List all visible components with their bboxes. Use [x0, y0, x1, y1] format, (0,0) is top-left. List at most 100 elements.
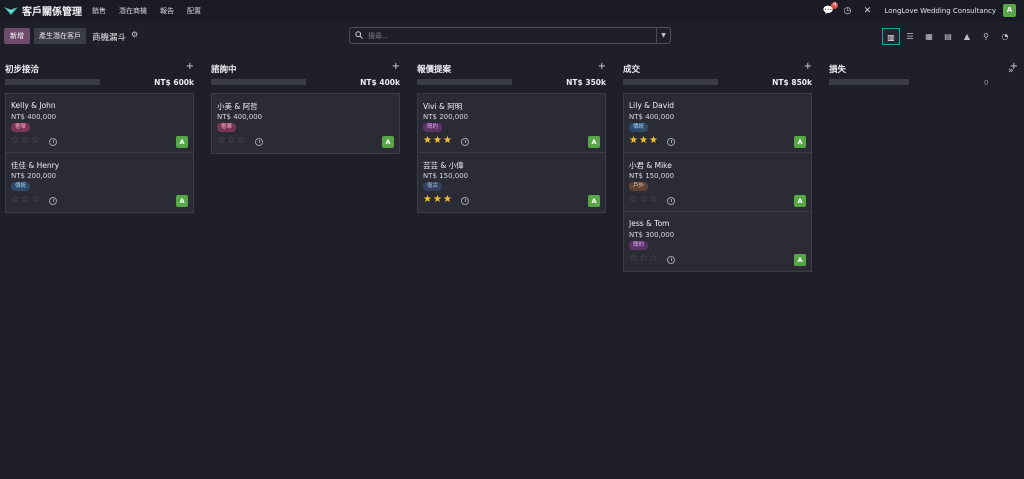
priority-star-icon[interactable]: ★	[433, 194, 443, 205]
card-name: Kelly & John	[11, 101, 56, 110]
column-total: NT$ 600k	[154, 78, 194, 87]
search-dropdown-toggle[interactable]: ▼	[656, 28, 670, 43]
card-list: 小美 & 阿哲 NT$ 400,000 奢華 ☆☆☆ A	[211, 93, 400, 154]
opportunity-card[interactable]: Lily & David NT$ 400,000 傳統 ★★★ A	[624, 94, 811, 153]
card-avatar[interactable]: A	[794, 136, 806, 148]
activity-clock-icon[interactable]	[667, 197, 675, 205]
card-avatar[interactable]: A	[382, 136, 394, 148]
gear-icon[interactable]: ⚙	[131, 30, 138, 39]
priority-stars[interactable]: ★★★	[423, 195, 453, 205]
priority-star-icon[interactable]: ☆	[649, 253, 659, 264]
priority-stars[interactable]: ☆☆☆	[11, 195, 41, 205]
navbar-right: 💬 4 ◷ ✕ LongLove Wedding Consultancy A	[812, 0, 1016, 21]
activity-clock-icon[interactable]	[49, 138, 57, 146]
menu-item-config[interactable]: 配置	[187, 6, 201, 16]
app-brand[interactable]: 客戶關係管理	[4, 3, 82, 18]
priority-stars[interactable]: ☆☆☆	[629, 254, 659, 264]
card-avatar[interactable]: A	[794, 195, 806, 207]
activity-clock-icon[interactable]	[49, 197, 57, 205]
opportunity-card[interactable]: 小君 & Mike NT$ 150,000 戶外 ☆☆☆ A	[624, 153, 811, 212]
new-button[interactable]: 新增	[4, 28, 30, 44]
user-avatar[interactable]: A	[1003, 4, 1016, 17]
priority-star-icon[interactable]: ★	[433, 135, 443, 146]
messages-icon[interactable]: 💬 4	[822, 1, 839, 16]
priority-star-icon[interactable]: ☆	[639, 194, 649, 205]
opportunity-card[interactable]: Jess & Tom NT$ 300,000 簡約 ☆☆☆ A	[624, 212, 811, 271]
priority-star-icon[interactable]: ☆	[237, 135, 247, 146]
priority-star-icon[interactable]: ☆	[21, 194, 31, 205]
menu-item-sales[interactable]: 銷售	[92, 6, 106, 16]
priority-star-icon[interactable]: ★	[639, 135, 649, 146]
search-input[interactable]: 搜尋...	[368, 31, 389, 41]
fold-columns-icon[interactable]: »	[1008, 66, 1014, 76]
search-bar[interactable]: 搜尋... ▼	[349, 27, 671, 44]
priority-star-icon[interactable]: ☆	[227, 135, 237, 146]
activity-view-icon[interactable]: ◔	[996, 28, 1014, 45]
priority-star-icon[interactable]: ☆	[21, 135, 31, 146]
add-card-icon[interactable]: +	[804, 61, 812, 72]
top-navbar: 客戶關係管理 銷售 潛在商機 報告 配置 💬 4 ◷ ✕ LongLove Wed…	[0, 0, 1024, 21]
card-tag: 傳統	[629, 123, 649, 132]
generate-leads-button[interactable]: 產生潛在客戶	[34, 28, 86, 44]
priority-star-icon[interactable]: ★	[629, 135, 639, 146]
priority-star-icon[interactable]: ☆	[11, 135, 21, 146]
priority-stars[interactable]: ★★★	[423, 136, 453, 146]
priority-star-icon[interactable]: ★	[443, 135, 453, 146]
priority-star-icon[interactable]: ☆	[649, 194, 659, 205]
priority-star-icon[interactable]: ☆	[217, 135, 227, 146]
card-avatar[interactable]: A	[588, 195, 600, 207]
activity-clock-icon[interactable]	[667, 256, 675, 264]
priority-star-icon[interactable]: ☆	[629, 253, 639, 264]
card-amount: NT$ 200,000	[11, 172, 57, 180]
menu-item-leads[interactable]: 潛在商機	[119, 6, 147, 16]
pivot-view-icon[interactable]: ▤	[939, 28, 957, 45]
column-title: 成交	[623, 65, 641, 75]
priority-star-icon[interactable]: ★	[423, 135, 433, 146]
opportunity-card[interactable]: 小美 & 阿哲 NT$ 400,000 奢華 ☆☆☆ A	[212, 94, 399, 153]
card-avatar[interactable]: A	[794, 254, 806, 266]
activity-clock-icon[interactable]	[255, 138, 263, 146]
card-avatar[interactable]: A	[588, 136, 600, 148]
tools-icon[interactable]: ✕	[862, 6, 872, 16]
priority-star-icon[interactable]: ☆	[31, 194, 41, 205]
priority-stars[interactable]: ☆☆☆	[629, 195, 659, 205]
add-card-icon[interactable]: +	[186, 61, 194, 72]
graph-view-icon[interactable]: ▲	[958, 28, 976, 45]
map-view-icon[interactable]: ⚲	[977, 28, 995, 45]
activity-clock-icon[interactable]	[461, 138, 469, 146]
priority-stars[interactable]: ★★★	[629, 136, 659, 146]
card-name: Lily & David	[629, 101, 675, 110]
activity-clock-icon[interactable]: ◷	[842, 6, 852, 16]
calendar-view-icon[interactable]: ▦	[920, 28, 938, 45]
card-list: Kelly & John NT$ 400,000 奢華 ☆☆☆ A 佳佳 & H…	[5, 93, 194, 213]
opportunity-card[interactable]: Kelly & John NT$ 400,000 奢華 ☆☆☆ A	[6, 94, 193, 153]
column-progress-bar	[5, 79, 100, 85]
priority-star-icon[interactable]: ★	[423, 194, 433, 205]
opportunity-card[interactable]: 芸芸 & 小偉 NT$ 150,000 復古 ★★★ A	[418, 153, 605, 212]
card-name: 小君 & Mike	[629, 161, 672, 170]
priority-star-icon[interactable]: ★	[443, 194, 453, 205]
opportunity-card[interactable]: Vivi & 阿明 NT$ 200,000 簡約 ★★★ A	[418, 94, 605, 153]
search-icon	[355, 31, 363, 39]
priority-star-icon[interactable]: ☆	[11, 194, 21, 205]
company-name[interactable]: LongLove Wedding Consultancy	[884, 7, 996, 15]
list-view-icon[interactable]: ☰	[901, 28, 919, 45]
priority-stars[interactable]: ☆☆☆	[11, 136, 41, 146]
priority-star-icon[interactable]: ☆	[639, 253, 649, 264]
card-avatar[interactable]: A	[176, 195, 188, 207]
priority-star-icon[interactable]: ☆	[629, 194, 639, 205]
priority-stars[interactable]: ☆☆☆	[217, 136, 247, 146]
kanban-view-icon[interactable]: ▥	[882, 28, 900, 45]
menu-item-reports[interactable]: 報告	[160, 6, 174, 16]
add-card-icon[interactable]: +	[598, 61, 606, 72]
priority-star-icon[interactable]: ☆	[31, 135, 41, 146]
priority-star-icon[interactable]: ★	[649, 135, 659, 146]
card-avatar[interactable]: A	[176, 136, 188, 148]
card-name: 佳佳 & Henry	[11, 161, 60, 170]
activity-clock-icon[interactable]	[461, 197, 469, 205]
opportunity-card[interactable]: 佳佳 & Henry NT$ 200,000 傳統 ☆☆☆ A	[6, 153, 193, 212]
activity-clock-icon[interactable]	[667, 138, 675, 146]
card-tag: 奢華	[217, 123, 237, 132]
add-card-icon[interactable]: +	[392, 61, 400, 72]
app-title: 客戶關係管理	[22, 7, 82, 18]
